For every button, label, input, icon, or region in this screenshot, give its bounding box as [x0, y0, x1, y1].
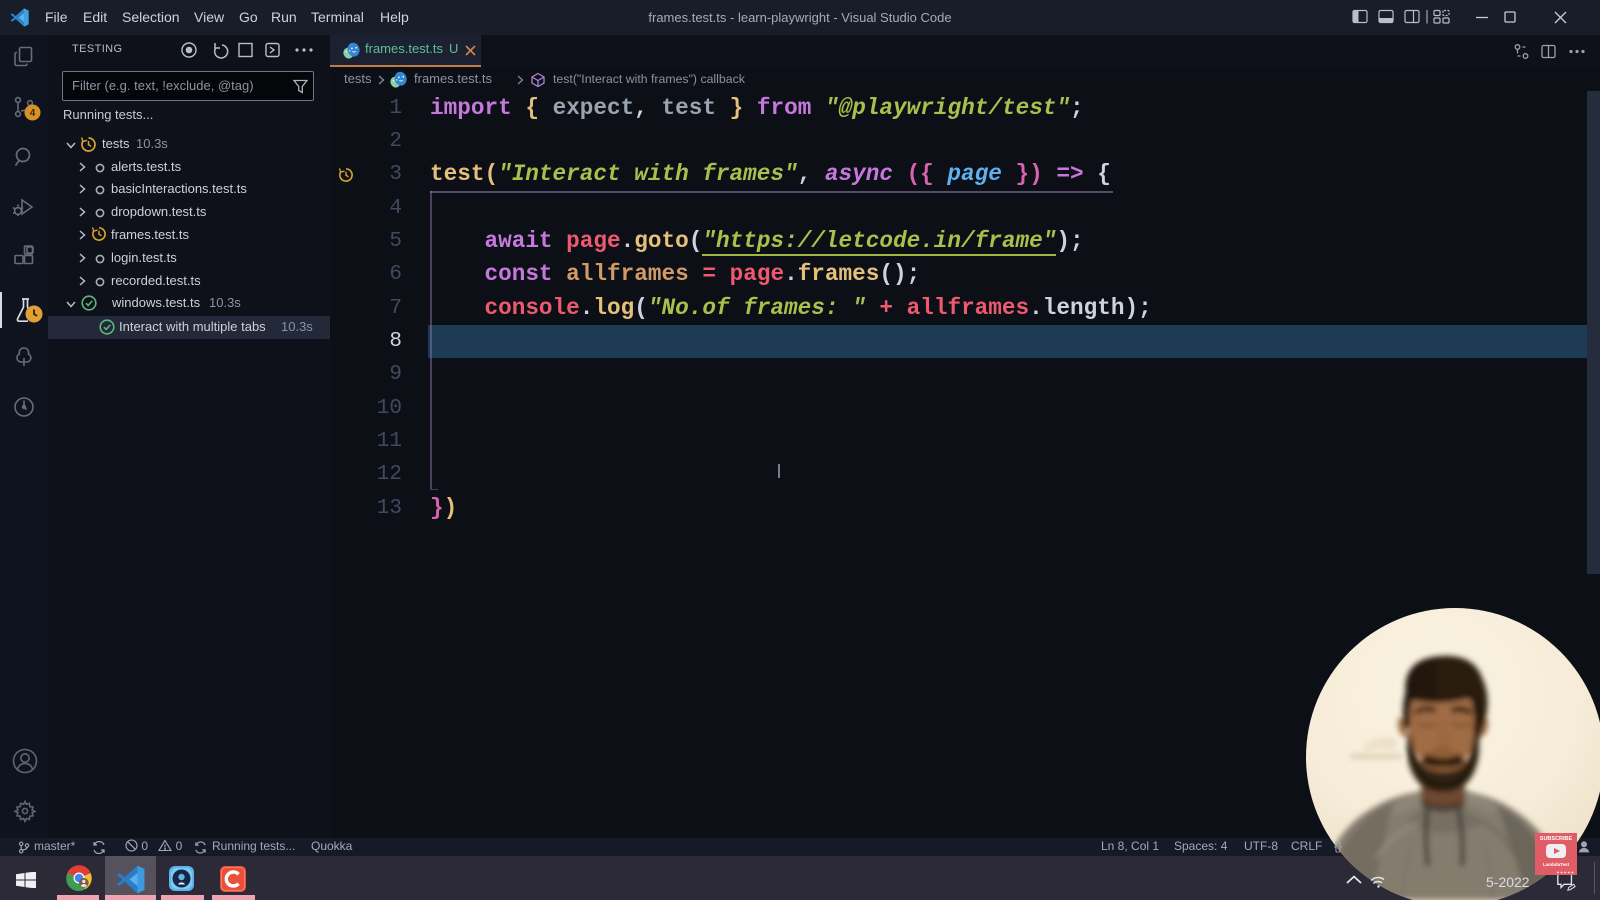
- svg-text:4: 4: [30, 108, 36, 119]
